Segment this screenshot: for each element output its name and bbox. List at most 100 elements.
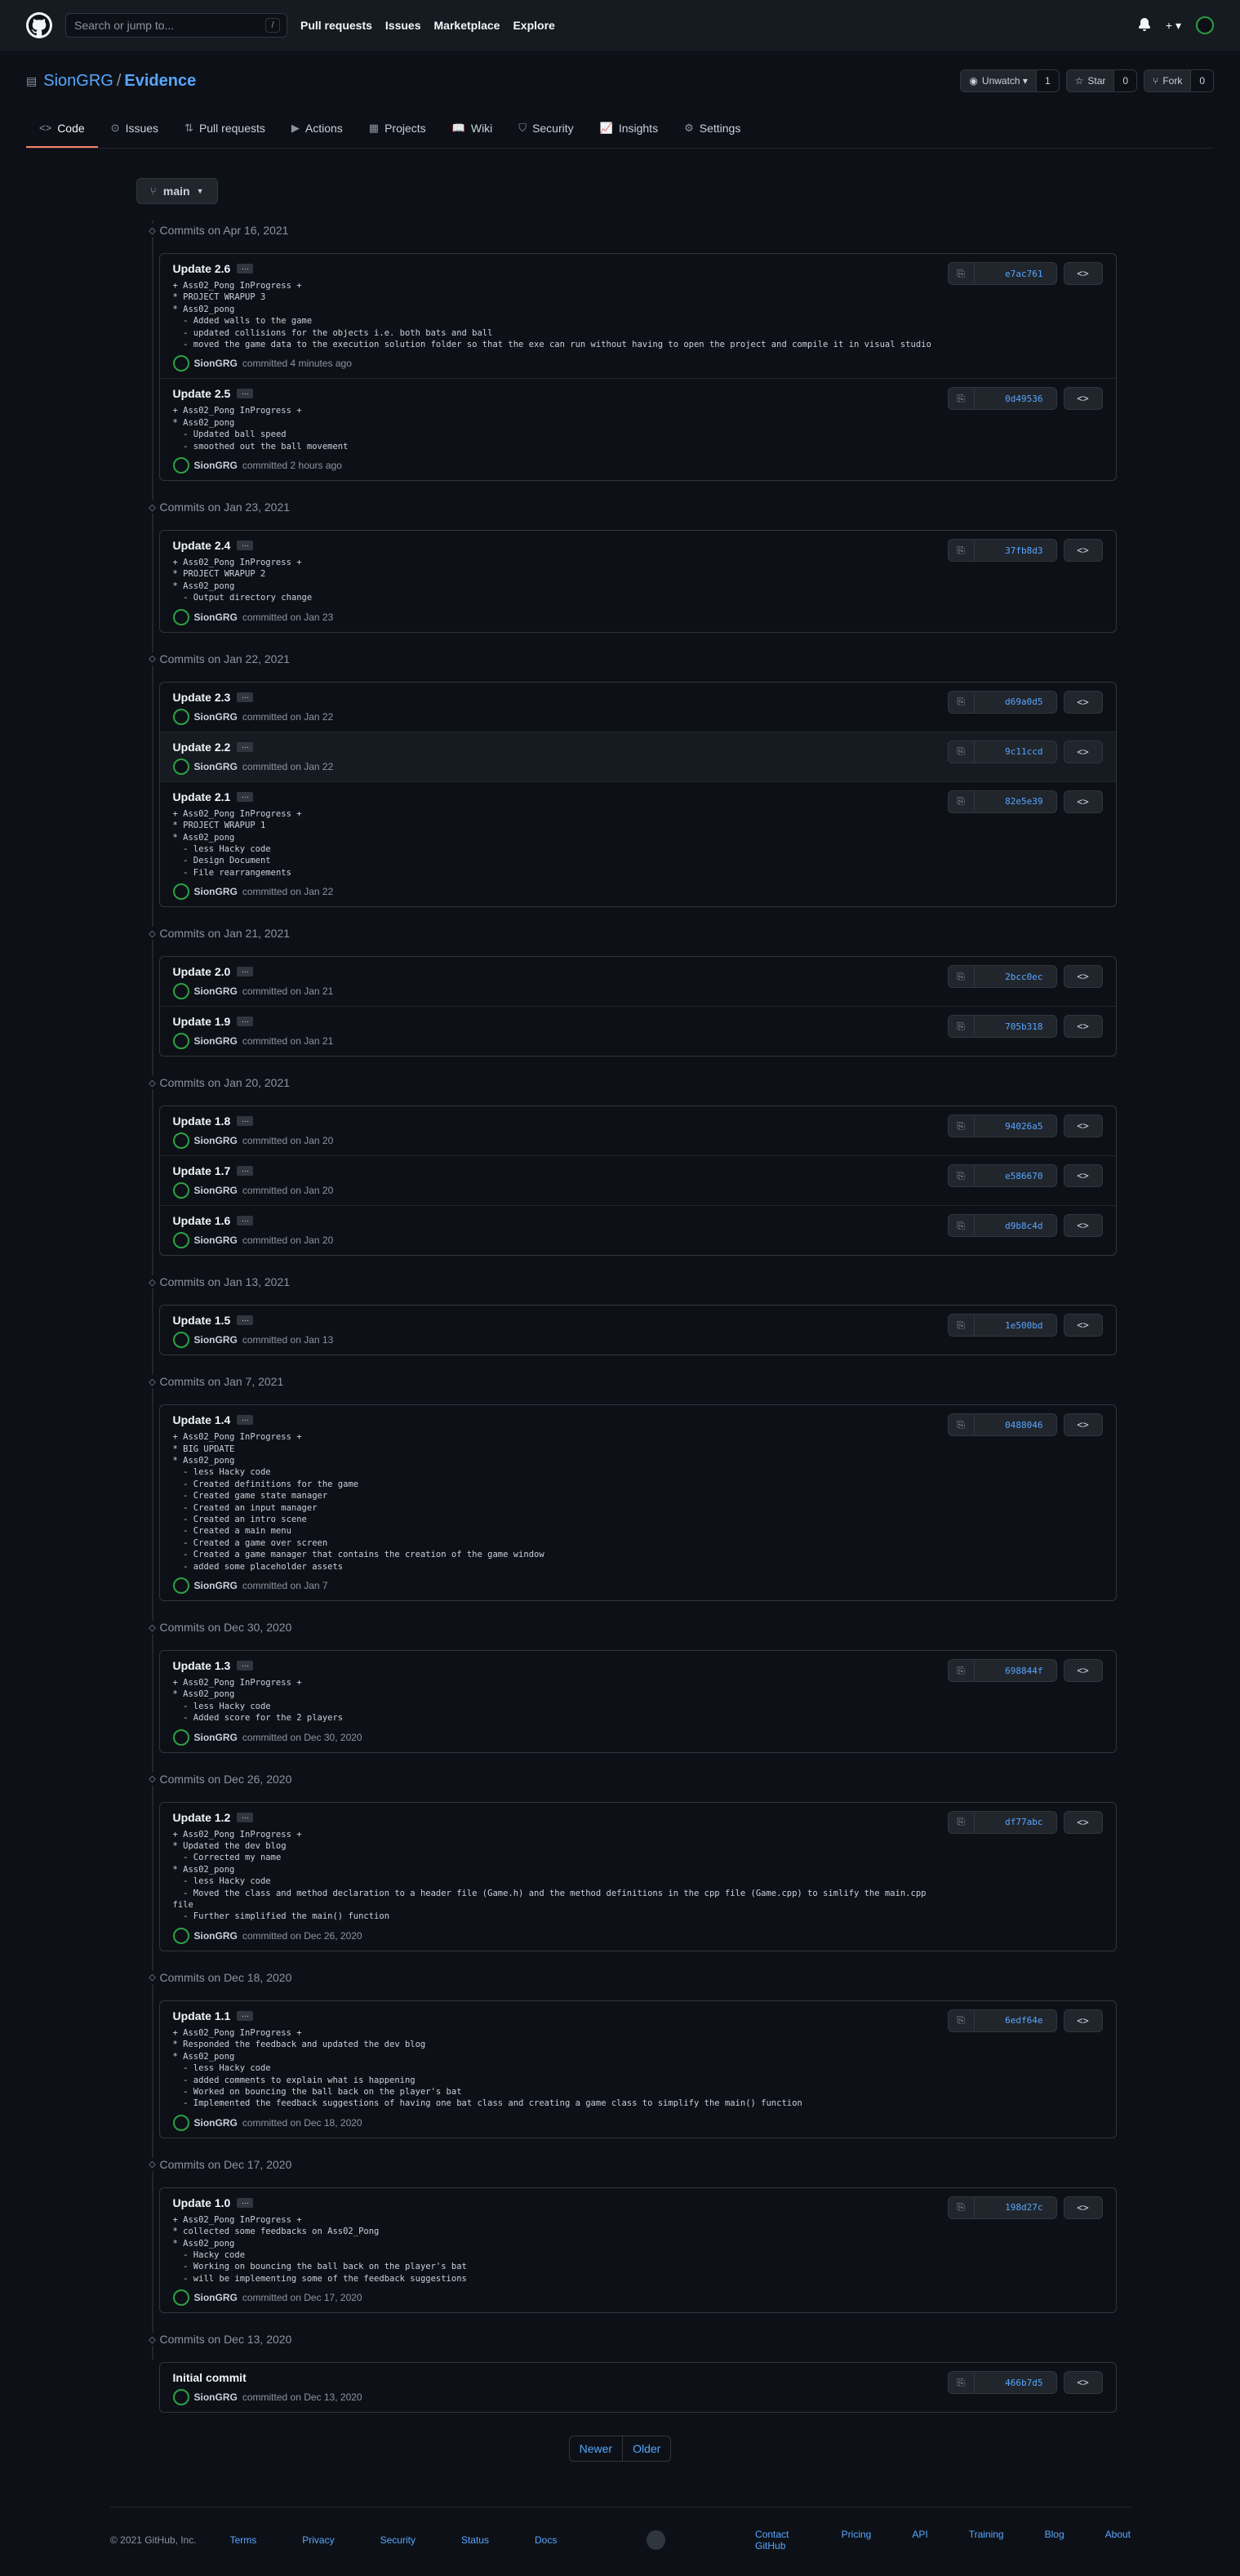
commit-sha-link[interactable]: 6edf64e (975, 2010, 1056, 2031)
commit-sha-link[interactable]: 82e5e39 (975, 791, 1056, 812)
author-link[interactable]: SionGRG (194, 2117, 238, 2129)
expand-description-button[interactable]: … (237, 741, 254, 752)
expand-description-button[interactable]: … (237, 1661, 254, 1671)
footer-link-terms[interactable]: Terms (230, 2534, 257, 2546)
commit-message-link[interactable]: Update 2.0 (173, 965, 231, 978)
footer-link-status[interactable]: Status (461, 2534, 489, 2546)
clipboard-icon[interactable]: ⎘ (949, 1414, 975, 1436)
browse-repo-code-icon[interactable]: <> (1063, 262, 1103, 285)
repo-owner-link[interactable]: SionGRG (43, 72, 113, 90)
commit-sha-link[interactable]: e586670 (975, 1165, 1056, 1186)
bell-icon[interactable] (1138, 17, 1151, 33)
author-link[interactable]: SionGRG (194, 985, 238, 997)
commit-sha-link[interactable]: 698844f (975, 1660, 1056, 1681)
watch-count[interactable]: 1 (1036, 70, 1059, 91)
clipboard-icon[interactable]: ⎘ (949, 2196, 975, 2218)
older-button[interactable]: Older (623, 2436, 672, 2463)
commit-message-link[interactable]: Update 1.5 (173, 1314, 231, 1327)
nav-explore[interactable]: Explore (513, 19, 554, 32)
footer-link-privacy[interactable]: Privacy (302, 2534, 334, 2546)
browse-repo-code-icon[interactable]: <> (1063, 2196, 1103, 2219)
commit-sha-link[interactable]: 0d49536 (975, 388, 1056, 409)
commit-message-link[interactable]: Update 2.4 (173, 539, 231, 552)
nav-issues[interactable]: Issues (385, 19, 421, 32)
clipboard-icon[interactable]: ⎘ (949, 263, 975, 284)
browse-repo-code-icon[interactable]: <> (1063, 690, 1103, 714)
star-count[interactable]: 0 (1114, 70, 1137, 91)
tab-code[interactable]: <> Code (26, 109, 98, 148)
commit-sha-link[interactable]: e7ac761 (975, 263, 1056, 284)
clipboard-icon[interactable]: ⎘ (949, 1660, 975, 1681)
commit-sha-link[interactable]: d69a0d5 (975, 692, 1056, 713)
author-link[interactable]: SionGRG (194, 1185, 238, 1196)
browse-repo-code-icon[interactable]: <> (1063, 1810, 1103, 1834)
tab-pull-requests[interactable]: ⇅ Pull requests (171, 109, 278, 148)
author-avatar[interactable] (172, 1927, 189, 1944)
star-button[interactable]: ☆ Star 0 (1065, 69, 1138, 92)
fork-count[interactable]: 0 (1191, 70, 1213, 91)
author-avatar[interactable] (172, 1182, 189, 1199)
author-link[interactable]: SionGRG (194, 761, 238, 772)
expand-description-button[interactable]: … (237, 264, 254, 274)
clipboard-icon[interactable]: ⎘ (949, 790, 975, 812)
author-avatar[interactable] (172, 883, 189, 901)
watch-button[interactable]: ◉ Unwatch ▾ 1 (960, 69, 1060, 92)
browse-repo-code-icon[interactable]: <> (1063, 2371, 1103, 2395)
repo-name-link[interactable]: Evidence (124, 72, 196, 90)
commit-sha-link[interactable]: d9b8c4d (975, 1215, 1056, 1236)
footer-link-training[interactable]: Training (969, 2529, 1004, 2552)
author-avatar[interactable] (172, 2389, 189, 2406)
clipboard-icon[interactable]: ⎘ (949, 2009, 975, 2031)
commit-message-link[interactable]: Update 2.1 (173, 790, 231, 803)
clipboard-icon[interactable]: ⎘ (949, 966, 975, 988)
browse-repo-code-icon[interactable]: <> (1063, 1164, 1103, 1188)
commit-sha-link[interactable]: 1e500bd (975, 1315, 1056, 1336)
branch-selector[interactable]: ⑂ main ▼ (136, 178, 218, 204)
clipboard-icon[interactable]: ⎘ (949, 1115, 975, 1137)
commit-message-link[interactable]: Update 1.3 (173, 1659, 231, 1672)
expand-description-button[interactable]: … (237, 389, 254, 399)
nav-marketplace[interactable]: Marketplace (434, 19, 500, 32)
author-avatar[interactable] (172, 355, 189, 372)
author-avatar[interactable] (172, 1577, 189, 1594)
tab-security[interactable]: ⛉ Security (505, 109, 586, 148)
author-avatar[interactable] (172, 1033, 189, 1050)
tab-settings[interactable]: ⚙ Settings (671, 109, 753, 148)
commit-sha-link[interactable]: 0488046 (975, 1414, 1056, 1435)
browse-repo-code-icon[interactable]: <> (1063, 387, 1103, 411)
clipboard-icon[interactable]: ⎘ (949, 1016, 975, 1038)
expand-description-button[interactable]: … (237, 1216, 254, 1226)
author-link[interactable]: SionGRG (194, 1334, 238, 1346)
tab-wiki[interactable]: 📖 Wiki (439, 109, 506, 148)
browse-repo-code-icon[interactable]: <> (1063, 965, 1103, 989)
footer-link-docs[interactable]: Docs (535, 2534, 557, 2546)
clipboard-icon[interactable]: ⎘ (949, 2372, 975, 2394)
commit-message-link[interactable]: Update 1.9 (173, 1015, 231, 1028)
expand-description-button[interactable]: … (237, 541, 254, 551)
browse-repo-code-icon[interactable]: <> (1063, 2009, 1103, 2032)
expand-description-button[interactable]: … (237, 1166, 254, 1177)
expand-description-button[interactable]: … (237, 2197, 254, 2208)
tab-actions[interactable]: ▶ Actions (278, 109, 356, 148)
tab-projects[interactable]: ▦ Projects (356, 109, 439, 148)
commit-sha-link[interactable]: 9c11ccd (975, 741, 1056, 763)
browse-repo-code-icon[interactable]: <> (1063, 1214, 1103, 1238)
commit-message-link[interactable]: Update 2.6 (173, 262, 231, 275)
clipboard-icon[interactable]: ⎘ (949, 1165, 975, 1187)
clipboard-icon[interactable]: ⎘ (949, 388, 975, 410)
author-avatar[interactable] (172, 2289, 189, 2307)
expand-description-button[interactable]: … (237, 1116, 254, 1127)
commit-message-link[interactable]: Update 2.3 (173, 691, 231, 704)
commit-message-link[interactable]: Update 1.8 (173, 1114, 231, 1128)
commit-message-link[interactable]: Update 1.6 (173, 1214, 231, 1227)
author-link[interactable]: SionGRG (194, 1732, 238, 1743)
commit-message-link[interactable]: Initial commit (173, 2371, 247, 2384)
expand-description-button[interactable]: … (237, 692, 254, 702)
clipboard-icon[interactable]: ⎘ (949, 540, 975, 562)
github-logo-icon[interactable] (26, 12, 52, 38)
commit-message-link[interactable]: Update 2.2 (173, 741, 231, 754)
author-avatar[interactable] (172, 983, 189, 1000)
browse-repo-code-icon[interactable]: <> (1063, 1659, 1103, 1682)
clipboard-icon[interactable]: ⎘ (949, 1315, 975, 1337)
expand-description-button[interactable]: … (237, 2010, 254, 2021)
